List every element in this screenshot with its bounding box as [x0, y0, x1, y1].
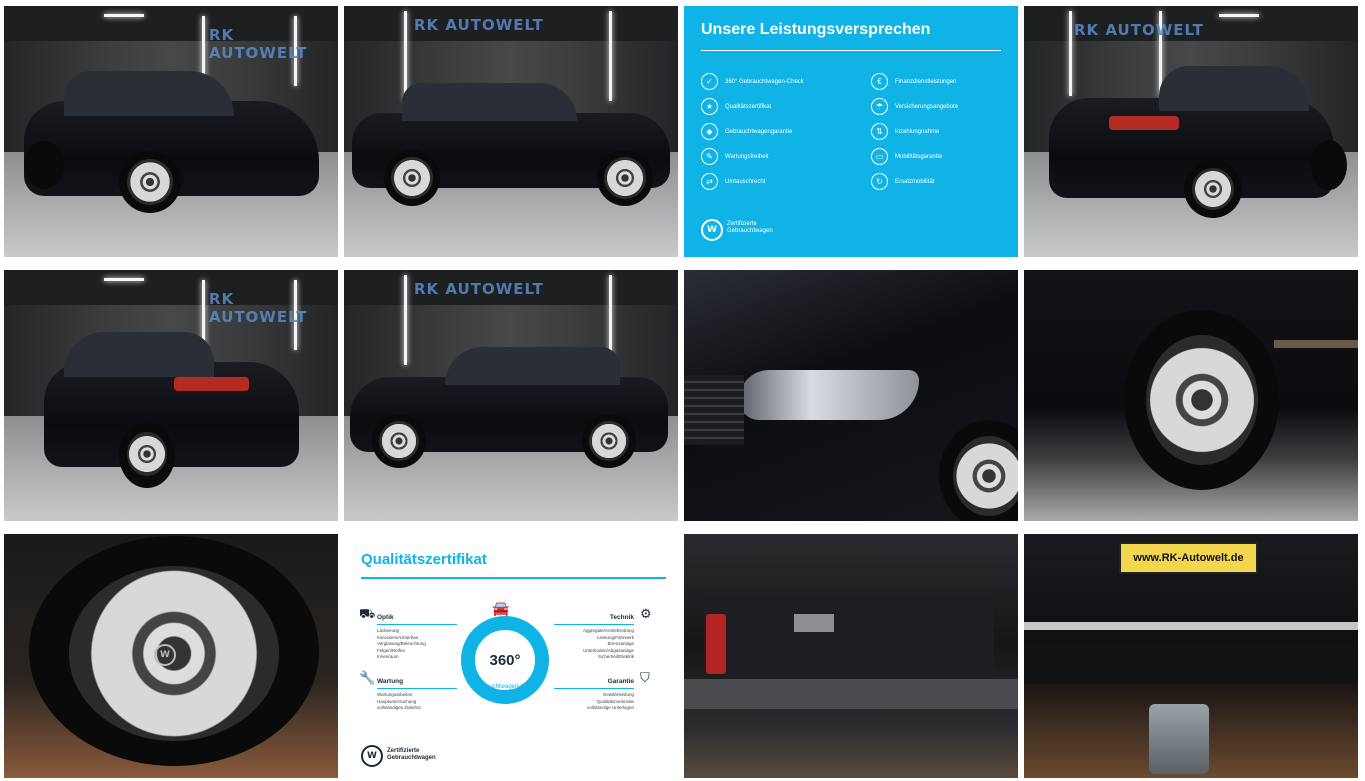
car — [352, 78, 672, 208]
red-strap — [706, 614, 726, 674]
promise-item: ✎ Wartungsfreiheit — [701, 148, 768, 165]
promise-title: Unsere Leistungsversprechen — [701, 21, 931, 38]
shield-icon: ⛉ — [640, 670, 650, 685]
divider — [361, 577, 666, 579]
quality-title: Qualitätszertifikat — [361, 551, 487, 568]
check-360-ring: 360° — [461, 616, 549, 704]
certified-label: Zertifizierte Gebrauchtwagen — [387, 748, 436, 761]
accessory-bag — [1149, 704, 1209, 774]
car — [350, 342, 670, 472]
promise-item: ⇄ Umtauschrecht — [701, 173, 765, 190]
promise-tile[interactable]: Unsere Leistungsversprechen ✓ 360° Gebrau… — [684, 6, 1018, 257]
cargo-item — [794, 614, 834, 632]
promise-item: ★ Qualitätszertifikat — [701, 98, 771, 115]
car — [24, 61, 324, 231]
vw-logo-icon: W — [701, 219, 723, 241]
headlight — [739, 370, 919, 420]
check-icon: ✓ — [701, 73, 718, 90]
rk-autowelt-logo: RK AUTOWELT — [209, 26, 308, 62]
photo-rear-three-quarter-right[interactable]: RK AUTOWELT — [1024, 6, 1358, 257]
vw-logo-icon: W — [154, 644, 176, 666]
photo-rear-three-quarter-left[interactable]: RK AUTOWELT — [4, 270, 338, 521]
grille — [684, 375, 744, 445]
wrench-icon: 🔧 — [359, 670, 376, 685]
promise-item: € Finanzdienstleistungen — [871, 73, 956, 90]
trunk-sill — [684, 679, 1018, 709]
promise-item: ✓ 360° Gebrauchtwagen-Check — [701, 73, 804, 90]
promise-item: ☂ Versicherungsangebote — [871, 98, 958, 115]
promise-item: ▭ Mobilitätsgarantie — [871, 148, 942, 165]
mobility-icon: ↻ — [871, 173, 888, 190]
divider — [701, 50, 1001, 51]
rk-autowelt-logo: RK AUTOWELT — [209, 290, 308, 326]
shield-icon: ◆ — [701, 123, 718, 140]
car — [44, 322, 304, 497]
vw-logo-icon: W — [361, 745, 383, 767]
certified-label: Zertifizierte Gebrauchtwagen — [727, 221, 773, 234]
photo-front-three-quarter[interactable]: RK AUTOWELT — [4, 6, 338, 257]
wartung-section: Wartung Wartungsarbeiten Hauptuntersuchun… — [377, 678, 457, 712]
insurance-icon: ☂ — [871, 98, 888, 115]
exchange-icon: ⇄ — [701, 173, 718, 190]
photo-gallery-grid: RK AUTOWELT RK AUTOWELT Unsere Leistungs… — [4, 6, 1360, 778]
trim-strip — [1274, 340, 1358, 348]
rk-autowelt-logo: RK AUTOWELT — [414, 16, 544, 34]
engine-icon: ⚙ — [640, 606, 652, 621]
optik-section: Optik Lackierung Karosserie/Unterbau Verg… — [377, 614, 457, 661]
promise-item: ◆ Gebrauchtwagengarantie — [701, 123, 792, 140]
wrench-icon: ✎ — [701, 148, 718, 165]
photo-side-profile-left[interactable]: RK AUTOWELT — [344, 270, 678, 521]
certificate-icon: ★ — [701, 98, 718, 115]
trade-in-icon: ⇅ — [871, 123, 888, 140]
photo-side-profile-right[interactable]: RK AUTOWELT — [344, 6, 678, 257]
bumper — [1024, 644, 1358, 684]
finance-icon: € — [871, 73, 888, 90]
photo-rear-plate[interactable]: www.RK-Autowelt.de — [1024, 534, 1358, 778]
promise-item: ⇅ Inzahlungnahme — [871, 123, 939, 140]
ring-caption: Gebrauchtwagen-Check — [472, 684, 538, 690]
technik-section: Technik Aggregate/Antriebsstrang Leistung… — [554, 614, 634, 661]
photo-front-wheel-closeup[interactable] — [1024, 270, 1358, 521]
rk-autowelt-logo: RK AUTOWELT — [414, 280, 544, 298]
promise-item: ↻ Ersatzmobilität — [871, 173, 934, 190]
chrome-strip — [1024, 622, 1358, 630]
car — [1049, 58, 1349, 228]
rk-autowelt-logo: RK AUTOWELT — [1074, 21, 1204, 39]
photo-trunk[interactable] — [684, 534, 1018, 778]
garantie-section: Garantie Gewährleistung Qualitätsmerkmale… — [554, 678, 634, 712]
photo-rim-closeup[interactable]: W — [4, 534, 338, 778]
license-plate: www.RK-Autowelt.de — [1119, 542, 1258, 574]
car-icon: 🚘 — [492, 600, 510, 616]
car-icon: ▭ — [871, 148, 888, 165]
photo-headlight-closeup[interactable] — [684, 270, 1018, 521]
paint-icon: ⛟ — [359, 606, 376, 621]
quality-certificate-tile[interactable]: Qualitätszertifikat 360° Gebrauchtwagen-… — [344, 534, 678, 778]
